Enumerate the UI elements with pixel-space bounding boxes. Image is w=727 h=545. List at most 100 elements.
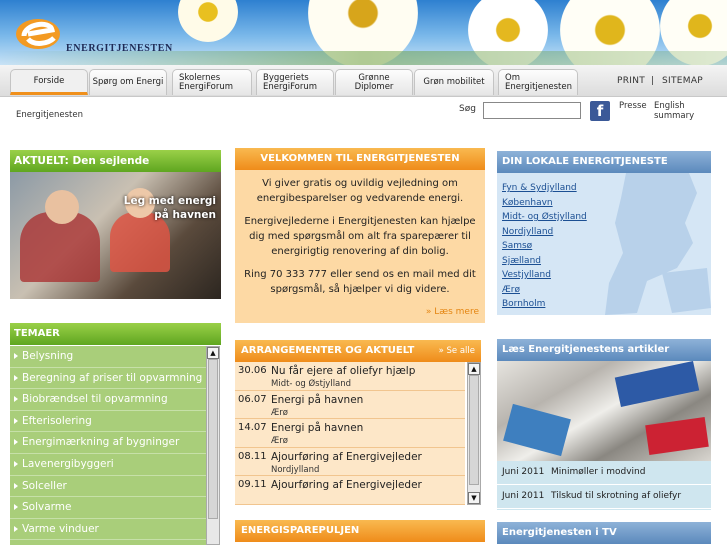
brand-name: ENERGITJENESTEN: [66, 43, 173, 54]
print-link[interactable]: PRINT: [617, 76, 645, 86]
articles-list: Juni 2011 Minimøller i modvind Juni 2011…: [497, 461, 711, 510]
region-link[interactable]: Nordjylland: [502, 227, 553, 237]
theme-item[interactable]: Belysning: [10, 346, 220, 368]
tab-label: Spørg om Energi: [92, 77, 164, 87]
region-link[interactable]: Samsø: [502, 241, 532, 251]
region-link[interactable]: Midt- og Østjylland: [502, 212, 587, 222]
welcome-header: VELKOMMEN TIL ENERGITJENESTEN: [235, 148, 485, 170]
event-title[interactable]: Ajourføring af Energivejleder: [271, 451, 422, 463]
scroll-up-icon[interactable]: ▲: [207, 347, 219, 359]
caption-line: Leg med energi: [123, 195, 216, 207]
denmark-map: Fyn & Sydjylland København Midt- og Østj…: [497, 173, 711, 315]
tab-label: Skolernes EnergiForum: [179, 72, 234, 92]
tab-label: Om Energitjenesten: [505, 72, 573, 92]
article-item[interactable]: Juni 2011 Minimøller i modvind: [497, 461, 711, 485]
search-input[interactable]: [483, 102, 581, 119]
event-item[interactable]: 09.11 Ajourføring af Energivejleder: [235, 476, 465, 505]
aktuelt-photo[interactable]: Leg med energi på havnen: [10, 172, 221, 299]
theme-item[interactable]: Biobrændsel til opvarmning: [10, 389, 220, 411]
themes-header: TEMAER: [10, 323, 221, 345]
tab-label: Byggeriets EnergiForum: [263, 72, 318, 92]
events-header: ARRANGEMENTER OG AKTUELT » Se alle: [235, 340, 481, 362]
event-title[interactable]: Energi på havnen: [271, 422, 363, 434]
local-header: DIN LOKALE ENERGITJENESTE: [497, 151, 711, 173]
header-banner: ENERGITJENESTEN: [0, 0, 727, 65]
region-link[interactable]: København: [502, 198, 553, 208]
logo[interactable]: [14, 12, 66, 52]
newspaper-graphic: [614, 361, 700, 407]
article-date: Juni 2011: [502, 491, 545, 501]
event-title[interactable]: Nu får ejere af oliefyr hjælp: [271, 365, 415, 377]
event-item[interactable]: 06.07 Energi på havnen Ærø: [235, 391, 465, 420]
theme-item[interactable]: Lavenergibyggeri: [10, 454, 220, 476]
see-all-link[interactable]: » Se alle: [439, 340, 475, 362]
event-item[interactable]: 08.11 Ajourføring af Energivejleder Nord…: [235, 448, 465, 477]
scroll-thumb[interactable]: [469, 375, 479, 485]
event-location: Ærø: [271, 407, 288, 418]
breadcrumb[interactable]: Energitjenesten: [16, 110, 83, 120]
nav-separator: |: [651, 76, 655, 86]
event-item[interactable]: 14.07 Energi på havnen Ærø: [235, 419, 465, 448]
events-list: 30.06 Nu får ejere af oliefyr hjælp Midt…: [235, 362, 465, 505]
theme-item[interactable]: Beregning af priser til opvarmning: [10, 368, 220, 390]
tab-om-energitjenesten[interactable]: Om Energitjenesten: [498, 69, 578, 95]
theme-item[interactable]: Varme vinduer: [10, 519, 220, 541]
theme-item[interactable]: Solceller: [10, 476, 220, 498]
tab-spoerg-om-energi[interactable]: Spørg om Energi: [89, 69, 167, 95]
tab-byggeriets-energiforum[interactable]: Byggeriets EnergiForum: [256, 69, 334, 95]
tv-header[interactable]: Energitjenesten i TV: [497, 522, 711, 544]
region-link[interactable]: Ærø: [502, 285, 520, 295]
theme-item[interactable]: Energimærkning af bygninger: [10, 432, 220, 454]
event-date: 06.07: [238, 393, 267, 405]
tab-label: Forside: [33, 75, 65, 86]
press-link[interactable]: Presse: [619, 101, 647, 111]
welcome-text: Ring 70 333 777 eller send os en mail me…: [244, 269, 476, 295]
article-title[interactable]: Minimøller i modvind: [551, 461, 645, 483]
caption-line: på havnen: [154, 209, 216, 221]
region-link[interactable]: Bornholm: [502, 299, 545, 309]
search-label: Søg: [459, 104, 476, 114]
event-title[interactable]: Ajourføring af Energivejleder: [271, 479, 422, 491]
newspaper-graphic: [503, 403, 571, 457]
articles-photo[interactable]: [497, 361, 711, 461]
event-location: Midt- og Østjylland: [271, 379, 352, 389]
article-title[interactable]: Tilskud til skrotning af oliefyr: [551, 485, 681, 507]
newspaper-graphic: [645, 416, 709, 456]
tab-label: Grønne Diplomer: [354, 72, 394, 92]
tab-label: Grøn mobilitet: [423, 77, 485, 87]
tab-forside[interactable]: Forside: [10, 69, 88, 95]
event-location: Nordjylland: [271, 464, 320, 475]
welcome-text: Energivejlederne i Energitjenesten kan h…: [244, 216, 476, 257]
articles-header[interactable]: Læs Energitjenestens artikler: [497, 339, 711, 361]
region-link[interactable]: Vestjylland: [502, 270, 551, 280]
events-scrollbar[interactable]: ▲ ▼: [467, 362, 481, 505]
event-date: 30.06: [238, 365, 267, 376]
event-date: 14.07: [238, 422, 267, 434]
tab-groen-mobilitet[interactable]: Grøn mobilitet: [414, 69, 494, 95]
event-location: Ærø: [271, 436, 288, 447]
region-link[interactable]: Sjælland: [502, 256, 541, 266]
tab-groenne-diplomer[interactable]: Grønne Diplomer: [335, 69, 413, 95]
tab-skolernes-energiforum[interactable]: Skolernes EnergiForum: [172, 69, 252, 95]
scroll-up-icon[interactable]: ▲: [468, 363, 480, 375]
event-item[interactable]: 30.06 Nu får ejere af oliefyr hjælp Midt…: [235, 362, 465, 391]
read-more-link[interactable]: » Læs mere: [426, 305, 479, 320]
energy-pool-header[interactable]: ENERGISPAREPULJEN: [235, 520, 485, 542]
sitemap-link[interactable]: SITEMAP: [662, 76, 703, 86]
event-title[interactable]: Energi på havnen: [271, 394, 363, 406]
flower-decoration: [178, 0, 238, 42]
welcome-text: Vi giver gratis og uvildig vejledning om…: [256, 178, 464, 204]
themes-scrollbar[interactable]: ▲: [206, 346, 220, 545]
english-summary-link[interactable]: English summary: [654, 101, 727, 121]
themes-list: Belysning Beregning af priser til opvarm…: [10, 346, 220, 545]
theme-item[interactable]: Solvarme: [10, 497, 220, 519]
article-date: Juni 2011: [502, 467, 545, 477]
region-link[interactable]: Fyn & Sydjylland: [502, 183, 577, 193]
theme-item[interactable]: Efterisolering: [10, 411, 220, 433]
article-item[interactable]: Juni 2011 Tilskud til skrotning af olief…: [497, 485, 711, 509]
scroll-down-icon[interactable]: ▼: [468, 492, 480, 504]
scroll-thumb[interactable]: [208, 359, 218, 519]
facebook-icon[interactable]: f: [590, 101, 610, 121]
aktuelt-header[interactable]: AKTUELT: Den sejlende Energitjeneste: [10, 150, 221, 189]
event-date: 08.11: [238, 450, 267, 462]
